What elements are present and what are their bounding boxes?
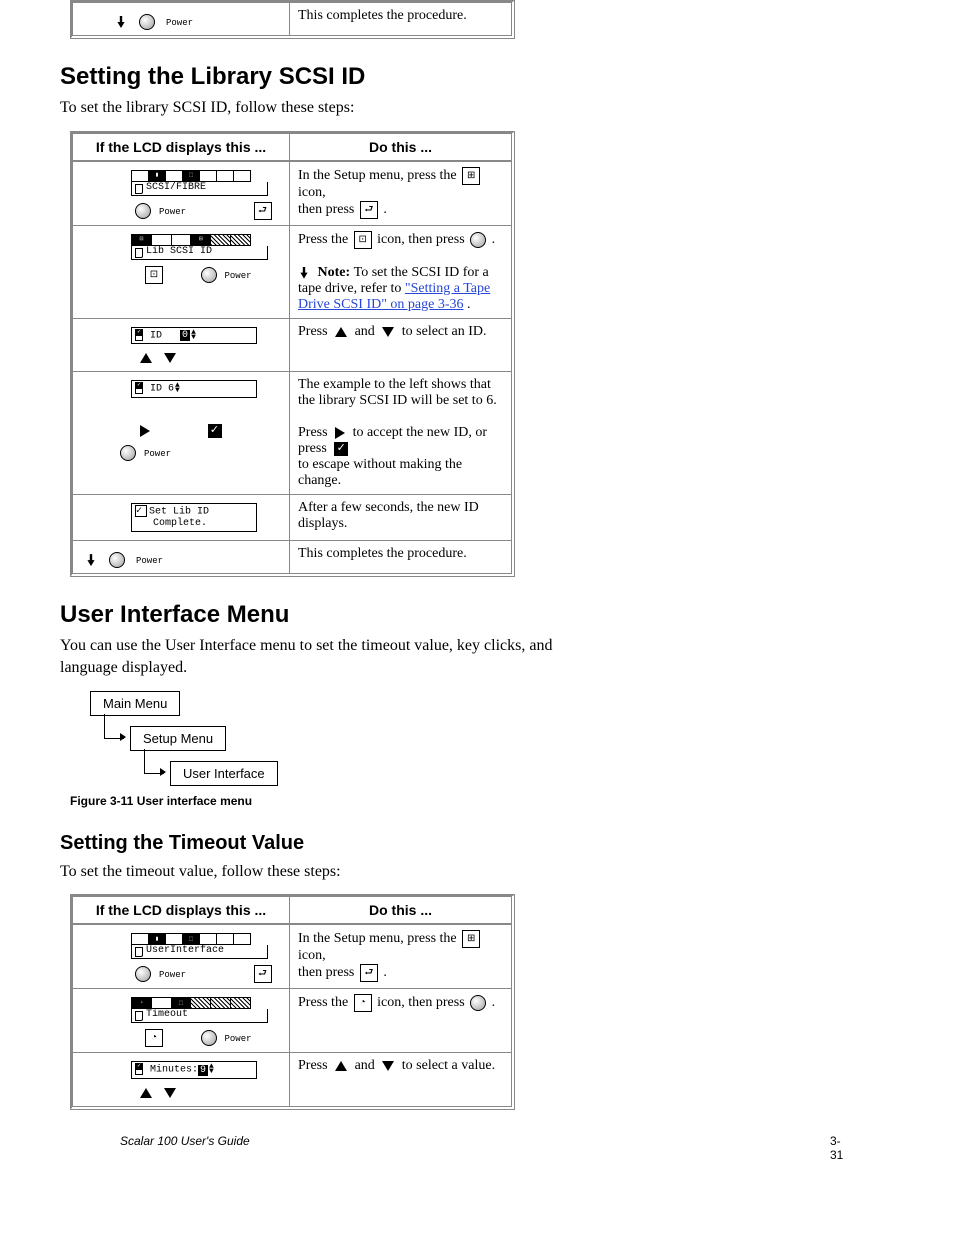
enter-icon: ⮐ <box>254 202 272 220</box>
globe-icon <box>135 203 151 219</box>
table-row: ✎▮◇⬚⊞⊘▶ UserInterface Power ⮐ In the Set… <box>73 924 511 988</box>
up-arrow-icon <box>140 353 152 363</box>
lcd-screen-userinterface: ✎▮◇⬚⊞⊘▶ UserInterface <box>131 933 281 959</box>
lcd-screen-lib-scsi-id: ⊡⊡⬚⊟ Lib SCSI ID <box>131 234 281 260</box>
section-title-ui-menu: User Interface Menu <box>60 601 894 629</box>
globe-icon <box>201 267 217 283</box>
down-arrow-icon <box>164 1088 176 1098</box>
section-intro-scsi-id: To set the library SCSI ID, follow these… <box>60 97 894 119</box>
down-arrow-icon <box>382 327 394 337</box>
document-page: Power This completes the procedure. Sett… <box>0 0 954 1164</box>
globe-icon <box>470 995 486 1011</box>
lcd-screen-id-6: ✓ ID 6▲▼ <box>131 380 281 398</box>
lcd-screen-timeout: ◔⊡⬚ Timeout <box>131 997 281 1023</box>
down-arrow-icon <box>382 1061 394 1071</box>
timeout-procedure-table: If the LCD displays this ... Do this ...… <box>70 894 515 1110</box>
enter-icon: ⮐ <box>360 201 378 219</box>
up-arrow-icon <box>335 327 347 337</box>
table-row: ⊡⊡⬚⊟ Lib SCSI ID ⊡ Power Press the ⊡ ico… <box>73 225 511 318</box>
menu-box-ui: User Interface <box>170 761 278 786</box>
lcd-screen-scsi-fibre: ✎▮◇⬚⊞⊘▶ SCSI/FIBRE <box>131 170 281 196</box>
menu-diagram: Main Menu Setup Menu User Interface <box>90 691 894 786</box>
power-label: Power <box>136 556 163 566</box>
previous-table-tail: Power This completes the procedure. <box>70 0 515 39</box>
power-label: Power <box>159 207 186 217</box>
table-header-left: If the LCD displays this ... <box>73 897 290 924</box>
up-arrow-icon <box>140 1088 152 1098</box>
ui-icon: ⊞ <box>462 930 480 948</box>
menu-box-setup: Setup Menu <box>130 726 226 751</box>
subsection-intro-timeout: To set the timeout value, follow these s… <box>60 861 894 883</box>
up-arrow-icon <box>335 1061 347 1071</box>
table-row: ✓ ID 6▲▼ ✓ Power The example to the left… <box>73 371 511 494</box>
globe-icon <box>139 14 155 30</box>
globe-icon <box>470 232 486 248</box>
globe-icon <box>201 1030 217 1046</box>
library-icon: ⊡ <box>145 266 163 284</box>
enter-icon: ⮐ <box>254 965 272 983</box>
right-arrow-icon <box>140 425 150 437</box>
scsi-icon: ⊞ <box>462 167 480 185</box>
table-row: ✓Set Lib ID Complete. After a few second… <box>73 494 511 540</box>
section-title-scsi-id: Setting the Library SCSI ID <box>60 63 894 91</box>
table-row: ✎▮◇⬚⊞⊘▶ SCSI/FIBRE Power ⮐ In the Setup … <box>73 161 511 225</box>
figure-caption: Figure 3-11 User interface menu <box>70 794 894 808</box>
enter-icon: ⮐ <box>360 964 378 982</box>
table-row: Power This completes the procedure. <box>73 540 511 573</box>
arrow-down-icon <box>115 16 127 28</box>
table-header-left: If the LCD displays this ... <box>73 134 290 161</box>
table-header-right: Do this ... <box>290 897 511 924</box>
doc-title: Scalar 100 User's Guide <box>120 1134 620 1148</box>
check-icon: ✓ <box>334 442 348 456</box>
page-number: 3-31 <box>830 1134 843 1162</box>
globe-icon <box>120 445 136 461</box>
lcd-screen-id-select: ✓ ID 0▲▼ <box>131 327 281 345</box>
clock-icon: ◔ <box>145 1029 163 1047</box>
lcd-screen-complete: ✓Set Lib ID Complete. <box>131 503 281 532</box>
table-row: ✓ Minutes:9▲▼ Press and to select a valu… <box>73 1052 511 1106</box>
globe-icon <box>109 552 125 568</box>
prev-tail-right: This completes the procedure. <box>290 3 511 35</box>
arrow-down-icon <box>85 554 97 566</box>
table-row: ✓ ID 0▲▼ Press and to select an ID. <box>73 318 511 372</box>
power-label: Power <box>166 18 193 28</box>
library-icon: ⊡ <box>354 231 372 249</box>
note-icon <box>298 267 310 279</box>
down-arrow-icon <box>164 353 176 363</box>
lcd-screen-minutes: ✓ Minutes:9▲▼ <box>131 1061 281 1079</box>
section-intro-ui-menu: You can use the User Interface menu to s… <box>60 635 894 678</box>
table-header-right: Do this ... <box>290 134 511 161</box>
table-row: ◔⊡⬚ Timeout ◔ Power Press the ◔ icon, th… <box>73 988 511 1052</box>
subsection-title-timeout: Setting the Timeout Value <box>60 832 894 855</box>
globe-icon <box>135 966 151 982</box>
right-arrow-icon <box>335 427 345 439</box>
check-icon: ✓ <box>208 424 222 438</box>
scsi-procedure-table: If the LCD displays this ... Do this ...… <box>70 131 515 578</box>
prev-tail-left: Power <box>73 3 290 35</box>
menu-box-main: Main Menu <box>90 691 180 716</box>
clock-icon: ◔ <box>354 994 372 1012</box>
